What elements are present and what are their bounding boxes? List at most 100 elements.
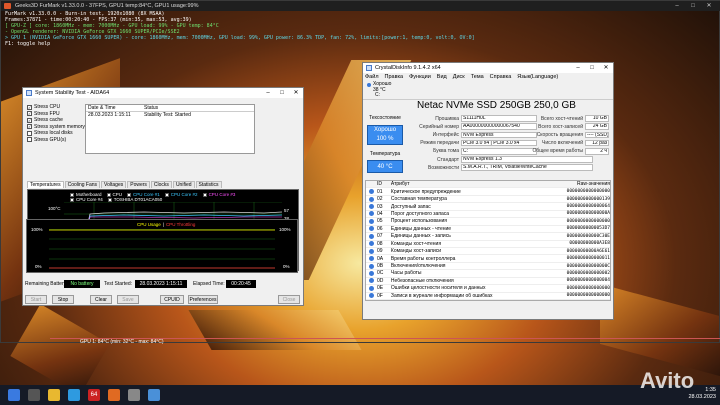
menu-item[interactable]: Справка bbox=[490, 74, 512, 80]
status-dot-icon bbox=[369, 241, 374, 247]
clear-button[interactable]: Clear bbox=[90, 295, 112, 304]
smart-raw: 00000000000A6E61 bbox=[566, 248, 610, 254]
smart-row[interactable]: 0C Часы работы 0000000000000002 bbox=[366, 270, 610, 278]
file-explorer-icon[interactable] bbox=[48, 389, 60, 401]
legend-checkbox-icon[interactable]: ✓ bbox=[106, 192, 111, 197]
save-button[interactable]: Save bbox=[117, 295, 139, 304]
legend-checkbox-icon[interactable]: ✓ bbox=[70, 197, 74, 202]
smart-row[interactable]: 05 Процент использования 0000000000000000 bbox=[366, 218, 610, 226]
menu-item[interactable]: Файл bbox=[365, 74, 379, 80]
smart-header-row: ID Атрибут Raw-значения bbox=[366, 181, 610, 189]
checkbox-icon[interactable]: ✓ bbox=[27, 124, 32, 130]
property-value: 12 раз bbox=[585, 139, 609, 147]
temperature-badge: 40 °C bbox=[367, 160, 403, 173]
legend-checkbox-icon[interactable]: ✓ bbox=[70, 192, 74, 197]
maximize-icon[interactable]: □ bbox=[585, 63, 599, 73]
stress-checkbox[interactable]: ✓ Stress system memory bbox=[27, 124, 85, 131]
smart-row[interactable]: 01 Критическое предупреждение 000000000000… bbox=[366, 188, 610, 196]
smart-row[interactable]: 07 Единицы данных - запись 000000000000C30… bbox=[366, 233, 610, 241]
smart-row[interactable]: 04 Порог доступного запаса 000000000000000… bbox=[366, 211, 610, 219]
health-status: Хорошо bbox=[373, 127, 397, 133]
menu-item[interactable]: Язык(Language) bbox=[517, 74, 558, 80]
checkbox-icon[interactable]: ✓ bbox=[27, 104, 32, 110]
tab-clocks[interactable]: Clocks bbox=[150, 181, 172, 188]
aida64-taskbar-icon[interactable]: 64 bbox=[88, 389, 100, 401]
cpuid-button[interactable]: CPUID bbox=[160, 295, 184, 304]
menu-item[interactable]: Вид bbox=[437, 74, 447, 80]
legend-checkbox-icon[interactable]: ✓ bbox=[202, 192, 207, 197]
close-icon[interactable]: ✕ bbox=[289, 88, 303, 98]
property-value: 10 GB bbox=[585, 115, 609, 122]
smart-row[interactable]: 03 Доступный запас 0000000000000064 bbox=[366, 203, 610, 211]
gpu-tool-icon[interactable] bbox=[128, 389, 140, 401]
menu-item[interactable]: Правка bbox=[385, 74, 404, 80]
clock-date: 28.03.2023 bbox=[688, 394, 716, 400]
smart-row[interactable]: 0A Время работы контроллера 00000000000000… bbox=[366, 255, 610, 263]
checkbox-icon[interactable]: ✓ bbox=[27, 111, 32, 117]
close-button[interactable]: Close bbox=[278, 295, 300, 304]
menu-item[interactable]: Тема bbox=[471, 74, 484, 80]
smart-col-raw[interactable]: Raw-значения bbox=[540, 181, 610, 187]
smart-row[interactable]: 02 Составная температура 0000000000000139 bbox=[366, 196, 610, 204]
legend-item[interactable]: ✓ CPU Core #3 bbox=[202, 192, 235, 197]
smart-row[interactable]: 0E Ошибки целостности носителя и данных 00… bbox=[366, 285, 610, 293]
status-dot-icon bbox=[369, 285, 374, 291]
cdi-menubar: Файл Правка Функции Вид Диск Тема Справка Язык(… bbox=[365, 74, 564, 80]
usage-plot bbox=[49, 229, 275, 269]
property-row: Стандарт NVM Express 1.3 bbox=[405, 156, 593, 163]
tab-cooling-fans[interactable]: Cooling Fans bbox=[64, 181, 101, 188]
preferences-button[interactable]: Preferences bbox=[188, 295, 218, 304]
status-dot-icon bbox=[369, 293, 374, 299]
close-icon[interactable]: ✕ bbox=[599, 63, 613, 73]
smart-row[interactable]: 0B Включения/отключения 000000000000000C bbox=[366, 263, 610, 271]
tab-voltages[interactable]: Voltages bbox=[101, 181, 127, 188]
tab-unified[interactable]: Unified bbox=[172, 181, 195, 188]
close-icon[interactable]: ✕ bbox=[701, 1, 717, 11]
tab-statistics[interactable]: Statistics bbox=[195, 181, 222, 188]
stress-checkbox[interactable]: Stress GPU(s) bbox=[27, 137, 85, 144]
tab-powers[interactable]: Powers bbox=[127, 181, 150, 188]
elapsed-time-label: Elapsed Time: bbox=[193, 281, 225, 287]
smart-row[interactable]: 0D Небезопасные отключения 000000000000000… bbox=[366, 278, 610, 286]
minimize-icon[interactable]: – bbox=[669, 1, 685, 11]
checkbox-icon[interactable] bbox=[27, 137, 32, 143]
col-status-header[interactable]: Status bbox=[142, 105, 158, 111]
menu-item[interactable]: Диск bbox=[453, 74, 465, 80]
status-dot-icon bbox=[369, 204, 374, 210]
checkbox-icon[interactable]: ✓ bbox=[27, 117, 32, 123]
start-button[interactable]: Start bbox=[25, 295, 47, 304]
maximize-icon[interactable]: □ bbox=[275, 88, 289, 98]
smart-row[interactable]: 0F Записи в журнале информации об ошибках… bbox=[366, 293, 610, 300]
search-icon[interactable] bbox=[28, 389, 40, 401]
stop-button[interactable]: Stop bbox=[52, 295, 74, 304]
legend-item[interactable]: ✓ CPU Core #2 bbox=[164, 192, 198, 197]
smart-row[interactable]: 06 Единицы данных - чтение 00000000000053D… bbox=[366, 226, 610, 234]
smart-id: 05 bbox=[376, 218, 383, 225]
crystaldiskinfo-taskbar-icon[interactable] bbox=[148, 389, 160, 401]
smart-row[interactable]: 08 Команды хост-чтения 00000000000A3E8 bbox=[366, 241, 610, 248]
smart-row[interactable]: 09 Команды хост-записи 00000000000A6E61 bbox=[366, 248, 610, 256]
furmark-temp-label: GPU 1: 84°C (min: 32°C - max: 84°C) bbox=[80, 339, 164, 345]
windows-start-icon[interactable] bbox=[8, 389, 20, 401]
menu-item[interactable]: Функции bbox=[409, 74, 431, 80]
legend-checkbox-icon[interactable]: ✓ bbox=[164, 192, 169, 197]
checkbox-icon[interactable] bbox=[27, 130, 32, 136]
minimize-icon[interactable]: – bbox=[261, 88, 275, 98]
edge-icon[interactable] bbox=[68, 389, 80, 401]
smart-col-name[interactable]: Атрибут bbox=[391, 181, 540, 187]
property-value: ---- (SSD) bbox=[585, 131, 609, 139]
col-date-header[interactable]: Date & Time bbox=[86, 105, 142, 111]
tab-temperatures[interactable]: Temperatures bbox=[27, 181, 64, 188]
legend-checkbox-icon[interactable]: ✓ bbox=[127, 192, 132, 197]
smart-col-id[interactable]: ID bbox=[377, 181, 391, 187]
drive-tab-c[interactable]: Хорошо 38 °C C: bbox=[367, 81, 397, 99]
test-started-value: 28.03.2023 1:15:11 bbox=[135, 280, 187, 288]
table-row[interactable]: 28.03.2023 1:15:11 Stability Test: Start… bbox=[86, 112, 254, 119]
property-value: 2 ч bbox=[585, 148, 609, 155]
legend-checkbox-icon[interactable] bbox=[107, 197, 112, 202]
maximize-icon[interactable]: □ bbox=[685, 1, 701, 11]
furmark-taskbar-icon[interactable] bbox=[108, 389, 120, 401]
health-percent: 100 % bbox=[376, 136, 394, 142]
cdi-titlebar: CrystalDiskInfo 9.1.4.2 x64 – □ ✕ bbox=[363, 63, 613, 73]
minimize-icon[interactable]: – bbox=[571, 63, 585, 73]
